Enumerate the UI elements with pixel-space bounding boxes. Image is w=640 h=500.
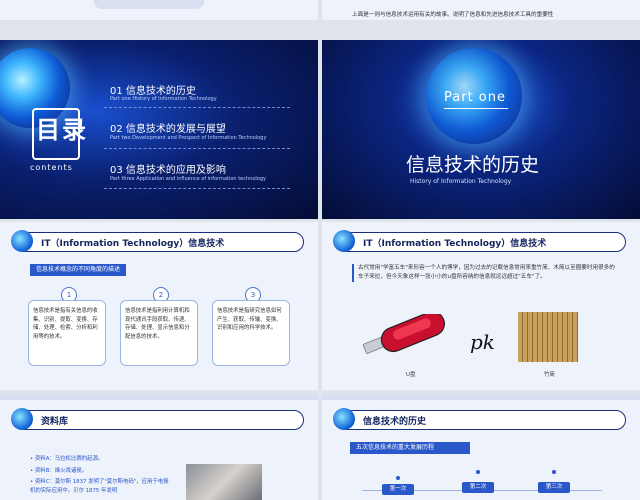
pk-label: pk	[470, 330, 495, 354]
timeline-step-1: 第一次	[382, 484, 414, 495]
timeline-dot-1	[396, 476, 400, 480]
top-left-tab	[94, 0, 204, 9]
toc-divider-3	[104, 188, 290, 189]
slide-header: IT（Information Technology）信息技术	[333, 230, 626, 252]
history-tag: 五次信息技术的重大发展历程	[350, 442, 470, 454]
toc-item-2[interactable]: 02 信息技术的发展与展望	[110, 120, 226, 135]
slide-header: IT（Information Technology）信息技术	[11, 230, 304, 252]
story-paragraph: 古代常用"学富五车"来形容一个人的博学，因为过去的记载信息常用笨重竹简、木简以至…	[352, 264, 620, 282]
top-right-slide: 上面是一则与信息技术运用有关的故事。说明了信息和先进信息技术工具的重要性	[322, 0, 640, 20]
toc-item-1-sub: Part one History of Information Technolo…	[110, 96, 217, 102]
resource-item-b-label: 资料B：烽火戏诸侯。	[34, 468, 88, 474]
slide-header: 信息技术的历史	[333, 408, 626, 430]
part-one-slide: Part one 信息技术的历史 History of Information …	[322, 40, 640, 219]
top-caption: 上面是一则与信息技术运用有关的故事。说明了信息和先进信息技术工具的重要性	[352, 12, 554, 18]
it-slide-right: IT（Information Technology）信息技术 古代常用"学富五车…	[322, 222, 640, 390]
definition-card-2: 信息技术是指利用计算机和现代通讯手段获取、传递、存储、处理、显示信息和分配信息的…	[120, 300, 198, 366]
timeline-step-3: 第三次	[538, 482, 570, 493]
timeline-dot-3	[552, 470, 556, 474]
toc-divider-1	[104, 107, 290, 108]
bamboo-slips-image	[518, 312, 578, 362]
part-subtitle: History of Information Technology	[410, 178, 512, 185]
timeline-step-2: 第二次	[462, 482, 494, 493]
concept-tag: 信息技术概念的不同角度的描述	[30, 264, 127, 276]
concept-tag-text: 信息技术概念的不同角度的描述	[36, 266, 121, 273]
slide-header: 资料库	[11, 408, 304, 430]
top-divider	[322, 394, 640, 400]
history-tag-text: 五次信息技术的重大发展历程	[356, 444, 435, 451]
globe-icon	[333, 408, 355, 430]
it-slide-left: IT（Information Technology）信息技术 信息技术概念的不同…	[0, 222, 318, 390]
resource-item-a-label: 资料A：马拉松比赛的起源。	[34, 456, 104, 462]
toc-item-3-sub: Part three Application and influence of …	[110, 176, 266, 182]
usb-caption: U盘	[406, 372, 416, 378]
globe-icon	[11, 230, 33, 252]
history-slide: 信息技术的历史 五次信息技术的重大发展历程 第一次 第二次 第三次	[322, 394, 640, 500]
header-title: 信息技术的历史	[363, 417, 427, 427]
part-badge: Part one	[444, 90, 506, 105]
toc-divider-2	[104, 148, 290, 149]
globe-icon	[333, 230, 355, 252]
toc-item-2-sub: Part two Development and Prospect of Inf…	[110, 135, 267, 141]
bamboo-caption: 竹简	[544, 372, 555, 378]
resource-item-b[interactable]: • 资料B：烽火戏诸侯。	[30, 466, 87, 474]
resource-item-c-label: 资料C：莫尔斯 1837 发明了"莫尔斯电码"，应用于电报机的实际应用中。贝尔 …	[30, 479, 169, 494]
timeline-dot-2	[476, 470, 480, 474]
toc-title: 目录	[36, 116, 88, 144]
toc-slide: 目录 contents 01 信息技术的历史 Part one History …	[0, 40, 318, 219]
resource-item-a[interactable]: • 资料A：马拉松比赛的起源。	[30, 454, 103, 462]
usb-drive-image	[362, 311, 446, 362]
part-badge-underline	[444, 108, 508, 109]
top-left-slide	[0, 0, 318, 20]
toc-item-3[interactable]: 03 信息技术的应用及影响	[110, 161, 226, 176]
telegraph-photo	[186, 464, 262, 500]
header-title: IT（Information Technology）信息技术	[363, 239, 547, 249]
resource-slide: 资料库 • 资料A：马拉松比赛的起源。 • 资料B：烽火戏诸侯。 • 资料C：莫…	[0, 394, 318, 500]
toc-item-1[interactable]: 01 信息技术的历史	[110, 82, 196, 97]
definition-card-3: 信息技术是指研究信息如何产生、获取、传输、变换、识别和应用的科学技术。	[212, 300, 290, 366]
toc-subtitle: contents	[30, 163, 73, 172]
resource-item-c[interactable]: • 资料C：莫尔斯 1837 发明了"莫尔斯电码"，应用于电报机的实际应用中。贝…	[30, 478, 170, 496]
header-title: 资料库	[41, 417, 69, 427]
definition-card-1: 信息技术是指有关信息的收集、识别、提取、变换、存储、处理、检索、分析和利用等的技…	[28, 300, 106, 366]
header-title: IT（Information Technology）信息技术	[41, 239, 225, 249]
part-title: 信息技术的历史	[406, 154, 540, 176]
globe-icon	[11, 408, 33, 430]
top-divider	[0, 394, 318, 400]
